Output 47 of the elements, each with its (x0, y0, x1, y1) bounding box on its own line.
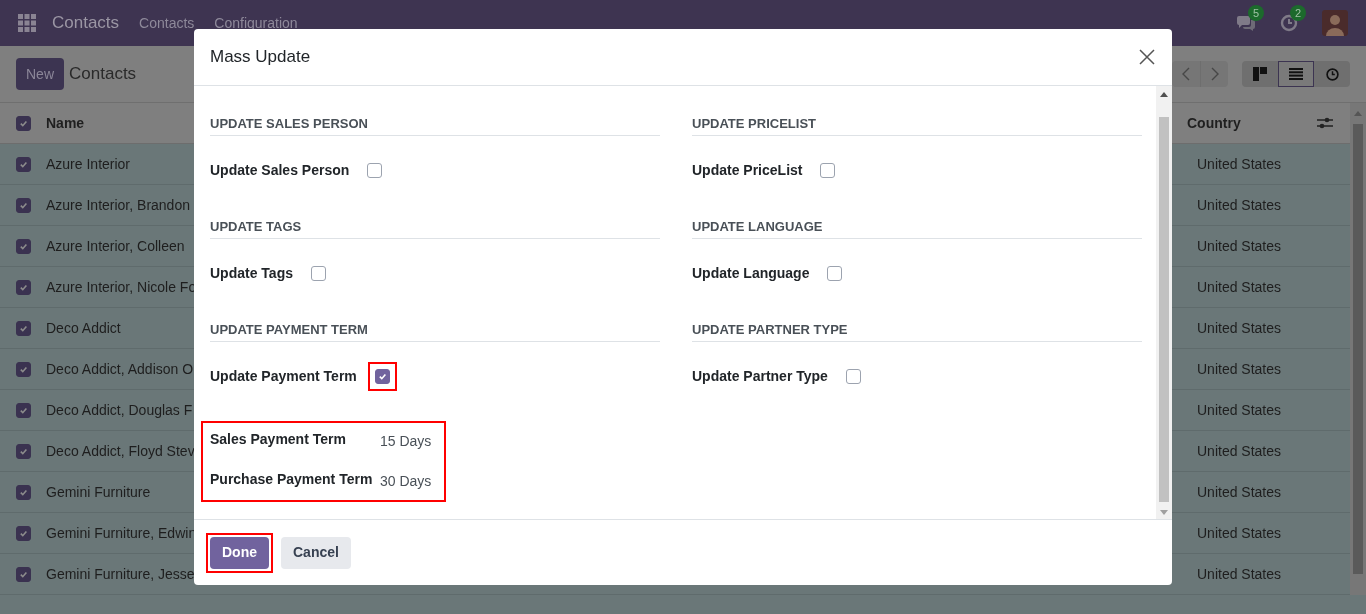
contact-name: Azure Interior (46, 154, 131, 174)
contact-name: Azure Interior, Brandon (46, 195, 190, 215)
section-heading: UPDATE SALES PERSON (210, 115, 660, 136)
done-button[interactable]: Done (210, 536, 269, 569)
contact-name: Deco Addict (46, 318, 121, 338)
menu-item[interactable]: Contacts (139, 12, 195, 34)
field-label: Update PriceList (692, 161, 803, 180)
column-header[interactable]: Country (1187, 112, 1317, 134)
section-heading: UPDATE LANGUAGE (692, 218, 1142, 239)
table-cell-text: United States (1197, 359, 1283, 379)
app-title[interactable]: Contacts (52, 10, 120, 36)
field-value: 30 Days (380, 472, 432, 491)
contact-name: Deco Addict, Addison O (46, 359, 194, 379)
field-label: Update Language (692, 264, 810, 283)
table-cell-text: United States (1197, 277, 1283, 297)
section-heading: UPDATE PRICELIST (692, 115, 1142, 136)
table-cell-text: United States (1197, 236, 1283, 256)
table-cell-text: United States (1197, 400, 1283, 420)
activity-count-badge: 2 (1290, 5, 1307, 21)
dialog-title: Mass Update (210, 46, 311, 69)
table-cell-text: United States (1197, 523, 1283, 543)
cancel-button[interactable]: Cancel (281, 536, 351, 569)
field-value: 15 Days (380, 432, 432, 451)
breadcrumb: Contacts (69, 63, 137, 86)
field-label: Update Payment Term (210, 367, 357, 386)
contact-name: Azure Interior, Colleen (46, 236, 185, 256)
section-heading: UPDATE TAGS (210, 218, 660, 239)
table-cell-text: United States (1197, 441, 1283, 461)
field-label: Purchase Payment Term (210, 470, 374, 489)
table-cell-text: United States (1197, 318, 1283, 338)
field-label: Update Sales Person (210, 161, 350, 180)
table-cell-text: United States (1197, 154, 1283, 174)
column-header[interactable]: Name (46, 112, 85, 134)
contact-name: Gemini Furniture, Jesse (46, 564, 195, 584)
new-button[interactable]: New (16, 58, 64, 90)
table-cell-text: United States (1197, 482, 1283, 502)
contact-name: Deco Addict, Floyd Stev (46, 441, 195, 461)
field-label: Update Tags (210, 264, 293, 283)
contact-name: Gemini Furniture (46, 482, 151, 502)
contact-name: Deco Addict, Douglas F (46, 400, 193, 420)
message-count-badge: 5 (1248, 5, 1265, 21)
section-heading: UPDATE PAYMENT TERM (210, 321, 660, 342)
section-heading: UPDATE PARTNER TYPE (692, 321, 1142, 342)
table-cell-text: United States (1197, 564, 1283, 584)
field-label: Sales Payment Term (210, 430, 347, 449)
table-cell-text: United States (1197, 195, 1283, 215)
field-label: Update Partner Type (692, 367, 828, 386)
